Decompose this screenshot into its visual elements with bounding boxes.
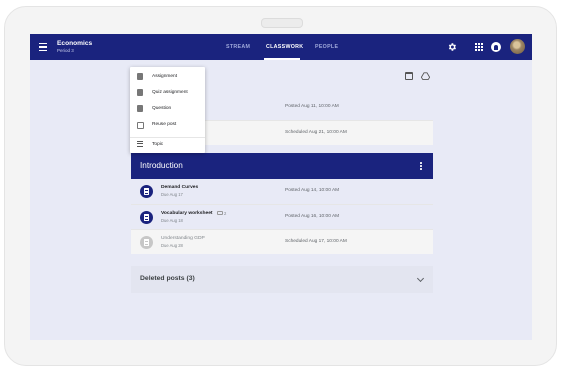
menu-item-label: Question	[152, 106, 172, 111]
attachment-icon	[217, 211, 223, 215]
attachment-count: 2	[224, 211, 227, 216]
list-item[interactable]: Vocabulary worksheet 2 Due Aug 18 Posted…	[131, 204, 433, 229]
calendar-icon[interactable]	[405, 72, 413, 80]
apps-grid-icon[interactable]	[475, 43, 483, 51]
tab-stream[interactable]: STREAM	[226, 44, 250, 50]
menu-icon[interactable]	[39, 43, 47, 51]
topic-icon	[137, 141, 143, 148]
course-name[interactable]: Economics	[57, 40, 92, 47]
item-due: Due Aug 17	[161, 192, 183, 197]
tab-classwork[interactable]: CLASSWORK	[266, 44, 303, 50]
assignment-icon	[140, 236, 153, 249]
list-item[interactable]: Demand Curves Due Aug 17 Posted Aug 14, …	[131, 179, 433, 204]
assignment-icon	[137, 73, 143, 80]
app-bar: Economics Period 3 STREAM CLASSWORK PEOP…	[30, 34, 532, 60]
item-due: Due Aug 18	[161, 218, 183, 223]
item-due: Due Aug 28	[161, 243, 183, 248]
post-date: Posted Aug 16, 10:00 AM	[285, 214, 340, 219]
menu-item-label: Topic	[152, 142, 164, 147]
menu-item-question[interactable]: Question	[130, 101, 205, 116]
menu-item-quiz-assignment[interactable]: Quiz assignment	[130, 85, 205, 100]
drive-folder-icon[interactable]	[421, 72, 430, 80]
create-menu: Assignment Quiz assignment Question Reus…	[130, 67, 205, 153]
menu-item-reuse-post[interactable]: Reuse post	[130, 117, 205, 132]
topic-title[interactable]: Introduction	[140, 161, 183, 170]
deleted-posts-panel[interactable]: Deleted posts (3)	[131, 266, 433, 293]
item-title: Demand Curves	[161, 185, 199, 190]
device-speaker	[261, 18, 303, 28]
classroom-screen: Economics Period 3 STREAM CLASSWORK PEOP…	[30, 34, 532, 340]
gear-icon[interactable]	[447, 42, 457, 52]
reuse-icon	[137, 122, 144, 129]
item-title: Understanding GDP	[161, 236, 205, 241]
more-vert-icon[interactable]	[420, 162, 422, 171]
post-date: Posted Aug 14, 10:00 AM	[285, 188, 340, 193]
list-item[interactable]: Understanding GDP Due Aug 28 Scheduled A…	[131, 229, 433, 254]
item-title: Vocabulary worksheet	[161, 211, 213, 216]
course-period: Period 3	[57, 48, 74, 53]
tab-people[interactable]: PEOPLE	[315, 44, 338, 50]
post-date: Posted Aug 11, 10:00 AM	[285, 104, 339, 109]
post-date: Scheduled Aug 21, 10:00 AM	[285, 130, 347, 135]
notifications-icon[interactable]	[491, 42, 501, 52]
active-tab-indicator	[264, 58, 300, 60]
post-date: Scheduled Aug 17, 10:00 AM	[285, 239, 347, 244]
menu-item-label: Reuse post	[152, 122, 177, 127]
menu-item-assignment[interactable]: Assignment	[130, 69, 205, 84]
menu-item-topic[interactable]: Topic	[130, 137, 205, 152]
menu-item-label: Quiz assignment	[152, 90, 188, 95]
topic-header: Introduction	[131, 153, 433, 179]
assignment-icon	[140, 185, 153, 198]
menu-item-label: Assignment	[152, 74, 178, 79]
question-icon	[137, 105, 143, 112]
deleted-posts-label: Deleted posts (3)	[140, 275, 195, 282]
chevron-down-icon[interactable]	[416, 274, 425, 283]
assignment-icon	[140, 211, 153, 224]
quiz-icon	[137, 89, 143, 96]
avatar[interactable]	[510, 39, 525, 54]
